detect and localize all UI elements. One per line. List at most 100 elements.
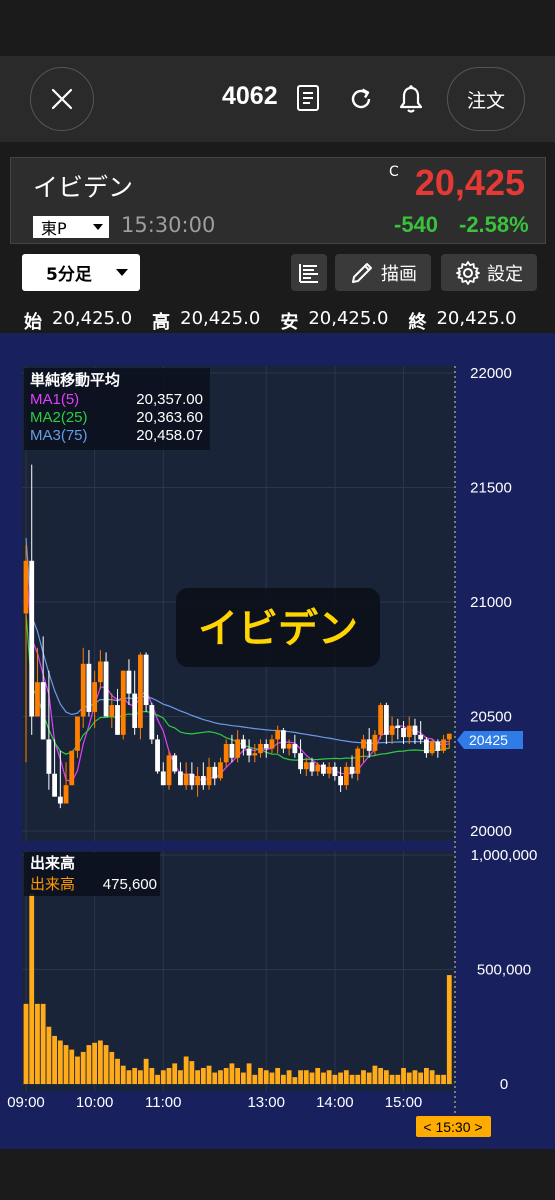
volume-bar: [52, 1035, 57, 1084]
candle-body: [35, 682, 40, 717]
volume-bar: [378, 1067, 384, 1084]
candle-body: [115, 705, 120, 735]
volume-bar: [46, 1026, 52, 1084]
volume-bar: [155, 1074, 160, 1084]
volume-bar: [292, 1077, 298, 1084]
candle-body: [355, 748, 361, 774]
bell-icon[interactable]: [398, 84, 424, 114]
candle-body: [126, 670, 132, 694]
candle-body: [120, 670, 126, 735]
volume-bar: [206, 1065, 212, 1084]
volume-bar: [401, 1067, 406, 1084]
candle-body: [178, 771, 183, 786]
volume-bar: [138, 1070, 143, 1084]
candle-body: [372, 734, 378, 751]
volume-bar: [315, 1067, 321, 1084]
ohlc-row: 始 20,425.0 高 20,425.0 安 20,425.0 終 20,42…: [24, 308, 544, 334]
current-price-tag-text: 20425: [469, 732, 508, 748]
ma-legend-title: 単純移動平均: [30, 371, 120, 389]
candle-body: [235, 739, 241, 758]
candle-body: [406, 725, 412, 738]
volume-bar: [189, 1061, 195, 1084]
price-tick-label: 21000: [470, 594, 512, 611]
candle-body: [424, 739, 429, 754]
candle-body: [401, 727, 406, 738]
candle-body: [326, 766, 332, 774]
caret-down-icon: [116, 269, 128, 276]
volume-bar: [183, 1056, 189, 1084]
volume-bar: [160, 1070, 166, 1084]
candle-body: [23, 560, 29, 614]
volume-bar: [338, 1072, 343, 1084]
volume-bar: [120, 1065, 126, 1084]
stock-name: イビデン: [33, 173, 134, 202]
candle-body: [57, 796, 63, 804]
market-select[interactable]: 東P: [33, 216, 109, 238]
volume-bar: [132, 1067, 138, 1084]
volume-bar: [115, 1058, 120, 1084]
candle-body: [275, 730, 281, 740]
volume-bar: [372, 1065, 378, 1084]
price-change: -540: [394, 212, 439, 237]
timeframe-select[interactable]: 5分足: [22, 254, 140, 291]
open-label: 始: [24, 312, 42, 333]
time-tick-label: 09:00: [7, 1094, 45, 1111]
time-tick-label: 13:00: [247, 1094, 285, 1111]
candle-body: [75, 716, 80, 751]
volume-bar: [366, 1072, 372, 1084]
candle-body: [298, 753, 303, 770]
volume-bar: [258, 1067, 263, 1084]
volume-bar: [223, 1067, 229, 1084]
cursor-time-tag-text: < 15:30 >: [423, 1119, 482, 1135]
volume-bar: [406, 1072, 412, 1084]
candle-body: [29, 560, 35, 717]
volume-bar: [86, 1045, 92, 1084]
draw-button[interactable]: 描画: [335, 254, 431, 291]
volume-bar: [166, 1067, 172, 1084]
timeframe-value: 5分足: [46, 265, 92, 285]
candle-body: [378, 705, 384, 735]
volume-bar: [149, 1067, 155, 1084]
volume-bar: [200, 1067, 206, 1084]
candle-body: [441, 739, 446, 751]
candle-body: [218, 762, 223, 779]
candle-body: [338, 776, 343, 786]
candle-body: [143, 654, 149, 706]
high-value: 20,425.0: [180, 308, 261, 329]
candle-body: [389, 725, 395, 735]
volume-bar: [195, 1070, 200, 1084]
volume-bar: [178, 1070, 183, 1084]
ma2-name: MA2(25): [30, 409, 88, 426]
candle-body: [263, 743, 269, 749]
candle-body: [343, 766, 349, 786]
candle-body: [103, 661, 109, 717]
volume-bar: [424, 1067, 429, 1084]
candle-body: [361, 739, 366, 749]
chart-area[interactable]: 22000 21500 21000 20500 20000 1,000,000 500,00…: [0, 333, 555, 1149]
volume-bar: [281, 1074, 286, 1084]
document-icon[interactable]: [296, 84, 320, 112]
time-tick-label: 10:00: [76, 1094, 114, 1111]
refresh-icon[interactable]: [348, 86, 374, 112]
candle-body: [63, 785, 69, 804]
candle-body: [97, 661, 103, 683]
candle-body: [200, 776, 206, 786]
close-button[interactable]: [30, 67, 94, 131]
volume-bar: [286, 1070, 292, 1084]
close-mark: C: [389, 164, 399, 180]
indicator-list-button[interactable]: [291, 254, 327, 291]
candle-body: [46, 739, 52, 774]
settings-button[interactable]: 設定: [441, 254, 537, 291]
candle-body: [315, 764, 321, 772]
candlestick-chart[interactable]: 22000 21500 21000 20500 20000 1,000,000 500,00…: [0, 333, 555, 1149]
volume-bar: [57, 1040, 63, 1084]
stock-code: 4062: [222, 82, 278, 110]
volume-tick-label: 1,000,000: [471, 847, 538, 864]
cursor-time-tag[interactable]: < 15:30 >: [416, 1116, 491, 1137]
volume-legend-name: 出来高: [30, 876, 75, 893]
order-button[interactable]: 注文: [447, 67, 525, 131]
candle-body: [195, 776, 200, 786]
bar-list-icon: [299, 263, 318, 283]
gear-icon: [456, 260, 480, 285]
volume-tick-label: 0: [500, 1076, 508, 1093]
